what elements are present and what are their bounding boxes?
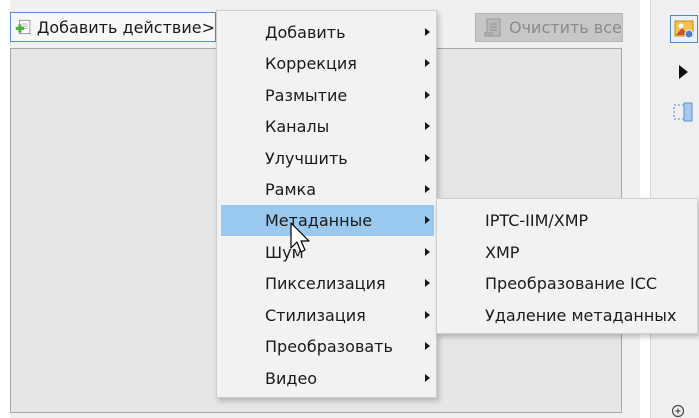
clear-document-icon [484,18,501,37]
submenu-arrow-icon [425,216,430,224]
submenu-arrow-icon [425,311,430,319]
image-view-tool[interactable] [670,15,698,43]
submenu-arrow-icon [425,28,430,36]
submenu-item-label: IPTC-IIM/XMP [485,211,589,230]
submenu-arrow-icon [425,122,430,130]
zoom-in-icon[interactable] [670,402,688,418]
menu-item-enhance[interactable]: Улучшить [221,143,434,174]
menu-item-stylize[interactable]: Стилизация [221,300,434,331]
add-action-button[interactable]: Добавить действие> [10,12,216,42]
submenu-item-label: Удаление метаданных [485,306,677,325]
play-icon[interactable] [676,62,692,82]
menu-item-metadata[interactable]: Метаданные [221,205,434,236]
submenu-arrow-icon [425,59,430,67]
add-document-icon [15,19,31,35]
menu-item-label: Каналы [265,117,330,136]
menu-item-noise[interactable]: Шум [221,237,434,268]
submenu-item-label: Преобразование ICC [485,274,658,293]
clear-all-label: Очистить все [509,18,622,37]
menu-item-add[interactable]: Добавить [221,17,434,48]
submenu-arrow-icon [425,279,430,287]
submenu-arrow-icon [425,185,430,193]
menu-item-transform[interactable]: Преобразовать [221,331,434,362]
mouse-cursor-icon [290,222,310,253]
menu-item-label: Преобразовать [265,337,393,356]
menu-item-label: Видео [265,369,318,388]
menu-item-frame[interactable]: Рамка [221,174,434,205]
menu-item-pixelate[interactable]: Пикселизация [221,268,434,299]
menu-item-label: Коррекция [265,54,357,73]
submenu-arrow-icon [425,248,430,256]
menu-item-channels[interactable]: Каналы [221,111,434,142]
submenu-arrow-icon [425,374,430,382]
image-icon [674,20,694,39]
submenu-item-strip-metadata[interactable]: Удаление метаданных [441,300,695,331]
submenu-item-xmp[interactable]: XMP [441,237,695,268]
menu-item-label: Стилизация [265,306,366,325]
menu-item-label: Рамка [265,180,316,199]
add-action-label: Добавить действие> [36,17,215,37]
metadata-submenu: IPTC-IIM/XMP XMP Преобразование ICC Удал… [436,198,698,334]
menu-item-correction[interactable]: Коррекция [221,48,434,79]
menu-item-blur[interactable]: Размытие [221,80,434,111]
menu-item-label: Метаданные [265,211,373,230]
submenu-item-label: XMP [485,243,520,262]
menu-item-label: Пикселизация [265,274,386,293]
submenu-item-icc-convert[interactable]: Преобразование ICC [441,268,695,299]
submenu-item-iptc-xmp[interactable]: IPTC-IIM/XMP [441,205,695,236]
clear-all-button[interactable]: Очистить все [475,13,623,42]
menu-item-label: Добавить [265,23,346,42]
add-action-menu: Добавить Коррекция Размытие Каналы Улучш… [216,10,437,398]
menu-item-label: Размытие [265,86,348,105]
menu-item-video[interactable]: Видео [221,363,434,394]
menu-item-label: Улучшить [265,149,348,168]
crop-icon[interactable] [672,101,696,123]
submenu-arrow-icon [425,91,430,99]
submenu-arrow-icon [425,154,430,162]
submenu-arrow-icon [425,342,430,350]
